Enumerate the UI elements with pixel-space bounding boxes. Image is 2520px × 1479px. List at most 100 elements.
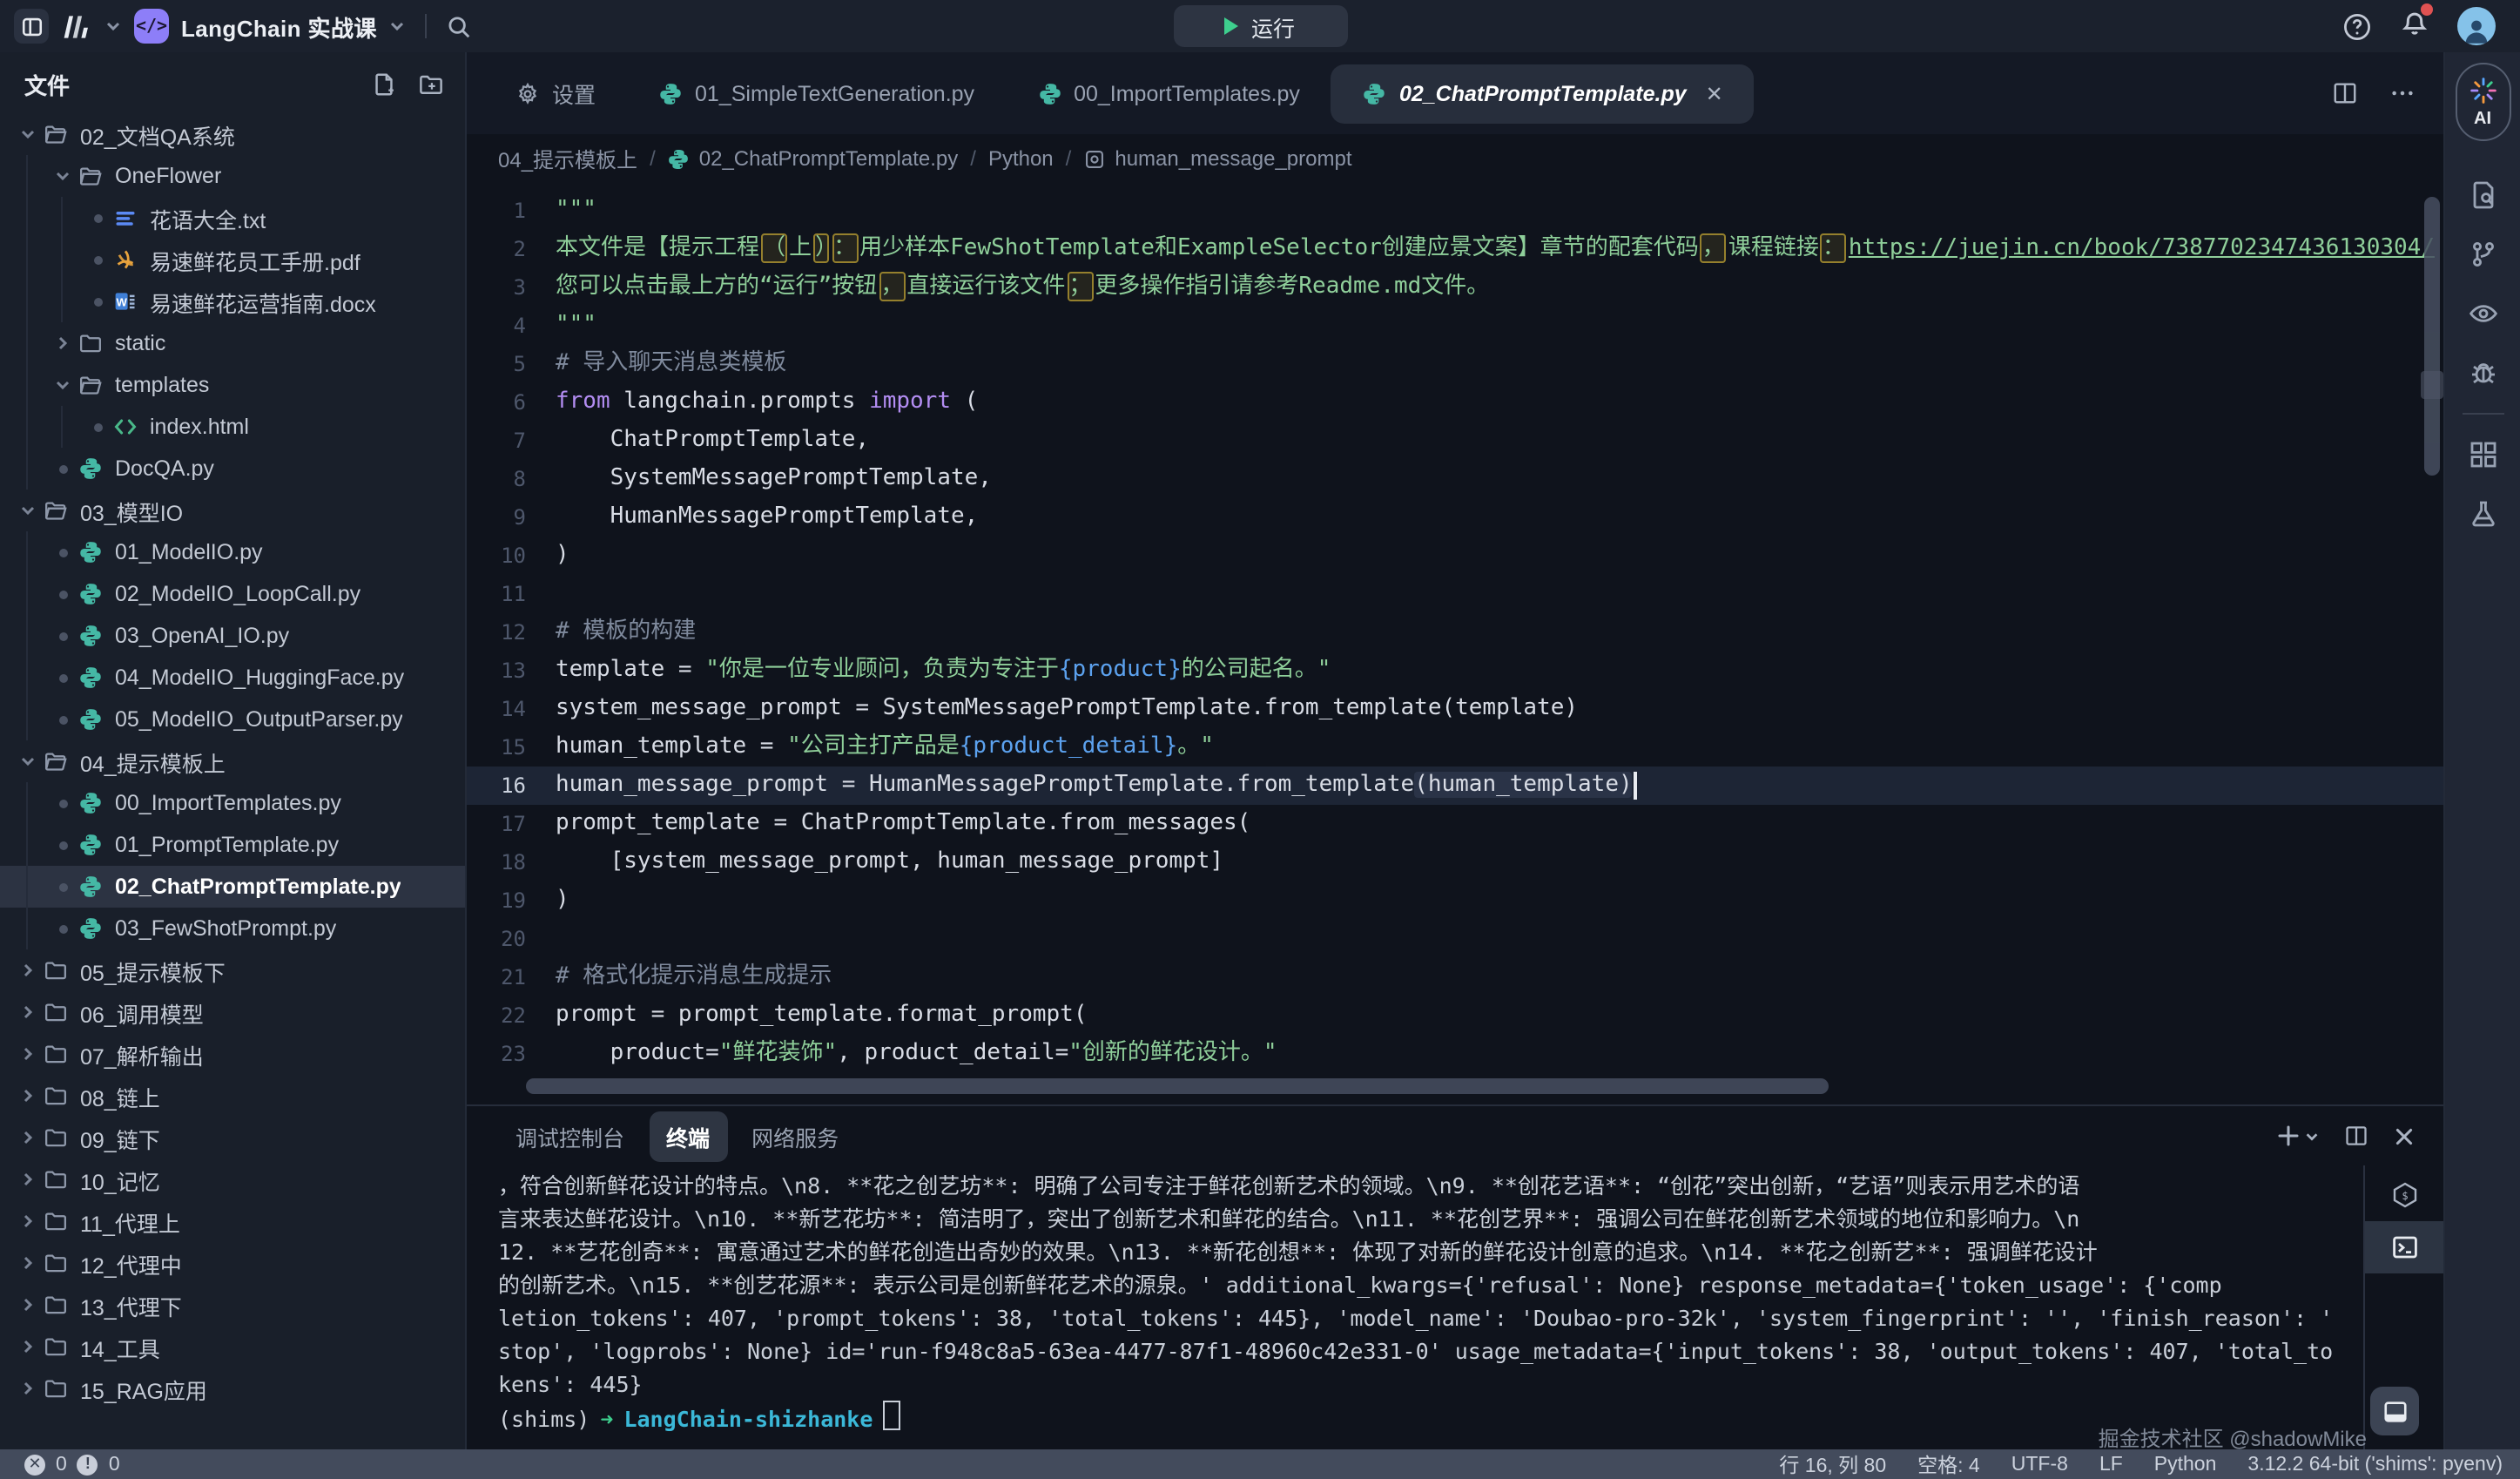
tree-file-05_ModelIO_OutputParser.py[interactable]: 05_ModelIO_OutputParser.py <box>0 699 465 740</box>
tree-file-花语大全.txt[interactable]: 花语大全.txt <box>0 197 465 239</box>
code-line-21[interactable]: 21# 格式化提示消息生成提示 <box>467 958 2443 996</box>
split-editor-icon[interactable] <box>2332 80 2358 106</box>
tree-folder-static[interactable]: static <box>0 322 465 364</box>
split-panel-icon[interactable] <box>2344 1124 2368 1148</box>
tree-folder-14_工具[interactable]: 14_工具 <box>0 1326 465 1368</box>
toggle-panel-button[interactable] <box>2370 1387 2419 1435</box>
code-editor[interactable]: 1"""2本文件是【提示工程（上）：用少样本FewShotTemplate和Ex… <box>467 183 2443 1104</box>
new-terminal-icon[interactable] <box>2276 1124 2301 1148</box>
warnings-count[interactable]: 0 <box>109 1454 120 1475</box>
tree-folder-02_文档QA系统[interactable]: 02_文档QA系统 <box>0 113 465 155</box>
avatar[interactable] <box>2457 7 2496 45</box>
editor-tab-02_ChatPromptTemplate.py[interactable]: 02_ChatPromptTemplate.py✕ <box>1331 64 1755 123</box>
tree-folder-05_提示模板下[interactable]: 05_提示模板下 <box>0 949 465 991</box>
tree-folder-08_链上[interactable]: 08_链上 <box>0 1075 465 1117</box>
status-item[interactable]: 空格: 4 <box>1917 1450 1980 1478</box>
extensions-icon[interactable] <box>2467 439 2498 470</box>
panel-tab-调试控制台[interactable]: 调试控制台 <box>498 1111 642 1161</box>
tree-file-index.html[interactable]: index.html <box>0 406 465 448</box>
horizontal-scrollbar[interactable] <box>526 1078 1829 1094</box>
code-line-11[interactable]: 11 <box>467 575 2443 613</box>
code-line-18[interactable]: 18 [system_message_prompt, human_message… <box>467 843 2443 881</box>
terminal-session-item[interactable] <box>2365 1221 2443 1273</box>
breadcrumb[interactable]: 04_提示模板上/02_ChatPromptTemplate.py/Python… <box>467 134 2443 183</box>
status-item[interactable]: LF <box>2099 1454 2123 1475</box>
run-button[interactable]: 运行 <box>1173 5 1347 47</box>
tree-folder-11_代理上[interactable]: 11_代理上 <box>0 1200 465 1242</box>
file-search-icon[interactable] <box>2467 179 2498 211</box>
chevron-down-icon[interactable] <box>14 753 42 770</box>
code-line-6[interactable]: 6from langchain.prompts import ( <box>467 383 2443 422</box>
code-line-2[interactable]: 2本文件是【提示工程（上）：用少样本FewShotTemplate和Exampl… <box>467 230 2443 268</box>
editor-tab-设置[interactable]: 设置 <box>484 64 627 123</box>
code-line-16[interactable]: 16human_message_prompt = HumanMessagePro… <box>467 767 2443 805</box>
close-panel-icon[interactable] <box>2393 1124 2416 1147</box>
tree-folder-04_提示模板上[interactable]: 04_提示模板上 <box>0 740 465 782</box>
more-actions-icon[interactable] <box>2389 80 2416 106</box>
chevron-right-icon[interactable] <box>14 1296 42 1314</box>
terminal-dropdown-icon[interactable] <box>2304 1128 2320 1144</box>
close-tab-icon[interactable]: ✕ <box>1706 81 1723 105</box>
shell-session-item[interactable]: $ <box>2365 1169 2443 1221</box>
tree-folder-12_代理中[interactable]: 12_代理中 <box>0 1242 465 1284</box>
chevron-down-icon[interactable] <box>14 125 42 143</box>
code-line-5[interactable]: 5# 导入聊天消息类模板 <box>467 345 2443 383</box>
tree-file-易速鲜花运营指南.docx[interactable]: W易速鲜花运营指南.docx <box>0 280 465 322</box>
chevron-right-icon[interactable] <box>14 1003 42 1021</box>
chevron-right-icon[interactable] <box>14 1129 42 1146</box>
tree-folder-09_链下[interactable]: 09_链下 <box>0 1117 465 1158</box>
terminal-prompt[interactable]: (shims)➜LangChain-shizhanke <box>498 1401 2363 1435</box>
project-title[interactable]: LangChain 实战课 <box>181 10 377 43</box>
terminal-output[interactable]: ，符合创新鲜花设计的特点。\n8. **花之创艺坊**: 明确了公司专注于鲜花创… <box>467 1165 2363 1449</box>
breadcrumb-item[interactable]: human_message_prompt <box>1083 146 1351 171</box>
tree-file-00_ImportTemplates.py[interactable]: 00_ImportTemplates.py <box>0 782 465 824</box>
tree-file-01_PromptTemplate.py[interactable]: 01_PromptTemplate.py <box>0 824 465 866</box>
project-chevron-icon[interactable] <box>389 17 407 35</box>
code-line-4[interactable]: 4""" <box>467 307 2443 345</box>
source-control-icon[interactable] <box>2467 239 2498 270</box>
workspace-logo-icon[interactable] <box>61 13 92 39</box>
editor-tab-00_ImportTemplates.py[interactable]: 00_ImportTemplates.py <box>1006 64 1331 123</box>
chevron-right-icon[interactable] <box>14 1087 42 1104</box>
preview-icon[interactable] <box>2467 298 2498 329</box>
new-file-icon[interactable] <box>371 71 397 98</box>
code-line-22[interactable]: 22prompt = prompt_template.format_prompt… <box>467 996 2443 1035</box>
status-item[interactable]: UTF-8 <box>2011 1454 2068 1475</box>
tree-file-03_OpenAI_IO.py[interactable]: 03_OpenAI_IO.py <box>0 615 465 657</box>
errors-count[interactable]: 0 <box>56 1454 67 1475</box>
new-folder-icon[interactable] <box>418 71 444 98</box>
tree-folder-13_代理下[interactable]: 13_代理下 <box>0 1284 465 1326</box>
tree-folder-15_RAG应用[interactable]: 15_RAG应用 <box>0 1368 465 1409</box>
tree-file-03_FewShotPrompt.py[interactable]: 03_FewShotPrompt.py <box>0 908 465 949</box>
tree-folder-10_记忆[interactable]: 10_记忆 <box>0 1158 465 1200</box>
chevron-right-icon[interactable] <box>14 1380 42 1397</box>
chevron-right-icon[interactable] <box>14 1212 42 1230</box>
chevron-right-icon[interactable] <box>14 962 42 979</box>
tree-file-04_ModelIO_HuggingFace.py[interactable]: 04_ModelIO_HuggingFace.py <box>0 657 465 699</box>
chevron-right-icon[interactable] <box>14 1254 42 1272</box>
code-line-13[interactable]: 13template = "你是一位专业顾问，负责为专注于{product}的公… <box>467 652 2443 690</box>
panel-tab-网络服务[interactable]: 网络服务 <box>734 1111 856 1161</box>
warnings-icon[interactable]: ! <box>77 1454 98 1475</box>
code-line-17[interactable]: 17prompt_template = ChatPromptTemplate.f… <box>467 805 2443 843</box>
code-line-9[interactable]: 9 HumanMessagePromptTemplate, <box>467 498 2443 537</box>
chevron-right-icon[interactable] <box>14 1338 42 1355</box>
status-item[interactable]: 3.12.2 64-bit ('shims': pyenv) <box>2247 1454 2503 1475</box>
tree-file-02_ChatPromptTemplate.py[interactable]: 02_ChatPromptTemplate.py <box>0 866 465 908</box>
debug-icon[interactable] <box>2467 357 2498 388</box>
code-line-3[interactable]: 3您可以点击最上方的“运行”按钮，直接运行该文件；更多操作指引请参考Readme… <box>467 268 2443 307</box>
panel-tab-终端[interactable]: 终端 <box>649 1111 727 1161</box>
tree-folder-03_模型IO[interactable]: 03_模型IO <box>0 490 465 531</box>
status-item[interactable]: 行 16, 列 80 <box>1779 1450 1886 1478</box>
tree-folder-06_调用模型[interactable]: 06_调用模型 <box>0 991 465 1033</box>
breadcrumb-item[interactable]: 02_ChatPromptTemplate.py <box>668 146 959 171</box>
workspace-chevron-icon[interactable] <box>104 17 122 35</box>
chevron-right-icon[interactable] <box>14 1171 42 1188</box>
tree-folder-templates[interactable]: templates <box>0 364 465 406</box>
breadcrumb-item[interactable]: Python <box>988 146 1054 171</box>
status-item[interactable]: Python <box>2154 1454 2217 1475</box>
tree-file-易速鲜花员工手册.pdf[interactable]: 易速鲜花员工手册.pdf <box>0 239 465 280</box>
tree-file-02_ModelIO_LoopCall.py[interactable]: 02_ModelIO_LoopCall.py <box>0 573 465 615</box>
tree-file-01_ModelIO.py[interactable]: 01_ModelIO.py <box>0 531 465 573</box>
code-line-7[interactable]: 7 ChatPromptTemplate, <box>467 422 2443 460</box>
